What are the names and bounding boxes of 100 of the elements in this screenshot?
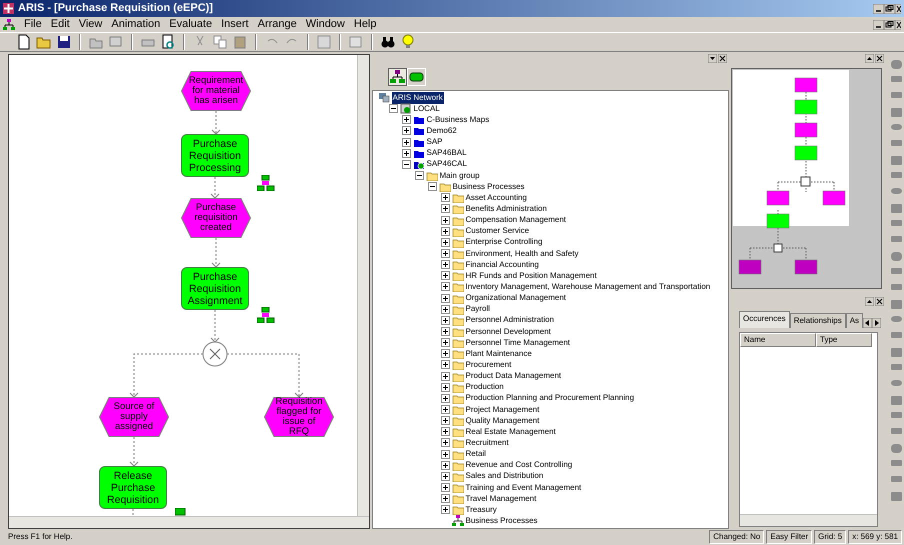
binoculars-icon[interactable] [380, 34, 396, 50]
expand-icon[interactable] [440, 382, 450, 392]
menu-item[interactable]: Animation [111, 16, 160, 33]
tree-item[interactable]: Inventory Management, Warehouse Management and Transportation [466, 280, 710, 293]
library-view-button[interactable] [406, 68, 426, 86]
tree-item[interactable]: Recruitment [466, 436, 509, 449]
horizontal-scrollbar[interactable] [740, 514, 877, 526]
print-preview-icon[interactable] [160, 34, 176, 50]
tree-item[interactable]: Quality Management [466, 414, 540, 427]
expand-icon[interactable] [440, 416, 450, 426]
assignment-icon[interactable] [257, 307, 275, 323]
lightbulb-icon[interactable] [400, 34, 416, 50]
dropdown-icon[interactable] [708, 54, 717, 63]
new-file-icon[interactable] [16, 34, 32, 50]
tree-item[interactable]: Project Management [466, 404, 540, 416]
tree-item[interactable]: SAP [426, 136, 443, 148]
collapse-icon[interactable] [388, 104, 398, 114]
tree-item[interactable]: Financial Accounting [466, 258, 539, 271]
expand-icon[interactable] [440, 372, 450, 381]
tree-item[interactable]: Business Processes [466, 514, 538, 527]
restore-icon[interactable] [884, 4, 895, 14]
tree-item[interactable]: Personnel Administration [466, 314, 554, 326]
tab[interactable]: Relationships [790, 313, 846, 328]
collapse-icon[interactable] [402, 160, 410, 169]
tree-item[interactable]: Payroll [466, 303, 490, 316]
expand-icon[interactable] [440, 405, 450, 414]
scroll-left-icon[interactable] [863, 318, 872, 328]
tree-item[interactable]: SAP46CAL [426, 158, 467, 170]
tree-item[interactable]: Production [466, 381, 504, 394]
copy-icon[interactable] [212, 34, 228, 50]
tree-item[interactable]: Environment, Health and Safety [466, 248, 578, 260]
tree-item[interactable]: Real Estate Management [466, 426, 556, 438]
scroll-right-icon[interactable] [872, 318, 882, 328]
tree-item[interactable]: Treasury [466, 504, 497, 516]
tree-item[interactable]: Personnel Development [466, 326, 551, 338]
tree-item[interactable]: ARIS Network [392, 92, 444, 104]
expand-icon[interactable] [402, 148, 410, 158]
expand-icon[interactable] [440, 249, 450, 258]
menu-item[interactable]: Help [354, 16, 376, 33]
tree-item[interactable]: Plant Maintenance [466, 348, 532, 360]
expand-icon[interactable] [440, 282, 450, 292]
expand-icon[interactable] [440, 494, 450, 504]
tree-item[interactable]: Revenue and Cost Controlling [466, 459, 572, 472]
expand-icon[interactable] [440, 427, 450, 436]
assignment-icon[interactable] [257, 175, 275, 191]
tree-item[interactable]: Training and Event Management [466, 482, 582, 494]
restore-icon[interactable] [884, 20, 895, 30]
tree-item[interactable]: Personnel Time Management [466, 336, 570, 349]
tree-item[interactable]: Product Data Management [466, 370, 562, 382]
tree-item[interactable]: Enterprise Controlling [466, 236, 542, 248]
expand-icon[interactable] [440, 204, 450, 214]
expand-icon[interactable] [440, 338, 450, 348]
expand-icon[interactable] [440, 438, 450, 448]
tree-item[interactable]: LOCAL [414, 102, 440, 115]
collapse-icon[interactable] [414, 171, 424, 180]
expand-icon[interactable] [440, 216, 450, 225]
menu-item[interactable]: Evaluate [169, 16, 212, 33]
expand-icon[interactable] [440, 327, 450, 336]
menu-item[interactable]: Window [306, 16, 345, 33]
expand-icon[interactable] [440, 394, 450, 403]
expand-icon[interactable] [402, 126, 410, 136]
menu-item[interactable]: Edit [50, 16, 70, 33]
tree-item[interactable]: Sales and Distribution [466, 470, 544, 482]
column-header[interactable]: Type [816, 333, 872, 347]
expand-icon[interactable] [440, 226, 450, 236]
expand-icon[interactable] [402, 138, 410, 147]
tree-item[interactable]: Main group [440, 170, 480, 182]
expand-icon[interactable] [440, 238, 450, 247]
tree-item[interactable]: Business Processes [452, 180, 525, 193]
tree-item[interactable]: Asset Accounting [466, 192, 527, 204]
expand-icon[interactable] [440, 349, 450, 358]
expand-icon[interactable] [440, 360, 450, 370]
menu-item[interactable]: Arrange [258, 16, 297, 33]
tree-item[interactable]: C-Business Maps [426, 114, 490, 126]
close-icon[interactable] [875, 297, 884, 306]
tree-item[interactable]: Travel Management [466, 492, 536, 505]
expand-icon[interactable] [440, 472, 450, 481]
tree-item[interactable]: SAP46BAL [426, 147, 467, 160]
tree-item[interactable]: Retail [466, 448, 486, 460]
tree-item[interactable]: Production Planning and Procurement Planning [466, 392, 634, 404]
tree-item[interactable]: Procurement [466, 358, 512, 371]
paste-icon[interactable] [232, 34, 248, 50]
close-icon[interactable] [875, 54, 884, 63]
expand-icon[interactable] [440, 505, 450, 514]
tree-item[interactable]: Compensation Management [466, 214, 566, 226]
close-icon[interactable] [895, 4, 901, 14]
menu-item[interactable]: View [78, 16, 102, 33]
collapse-icon[interactable] [428, 182, 436, 192]
horizontal-scrollbar[interactable] [9, 516, 368, 528]
expand-icon[interactable] [440, 450, 450, 459]
collapse-panel-icon[interactable] [865, 297, 874, 306]
menu-item[interactable]: File [24, 16, 42, 33]
tree-item[interactable]: HR Funds and Position Management [466, 270, 597, 282]
expand-icon[interactable] [440, 460, 450, 470]
tree-item[interactable]: Demo62 [426, 125, 457, 137]
save-icon[interactable] [56, 34, 72, 50]
column-header[interactable]: Name [740, 333, 816, 347]
tab[interactable]: Occurences [739, 311, 790, 328]
expand-icon[interactable] [440, 193, 450, 202]
expand-icon[interactable] [440, 294, 450, 303]
